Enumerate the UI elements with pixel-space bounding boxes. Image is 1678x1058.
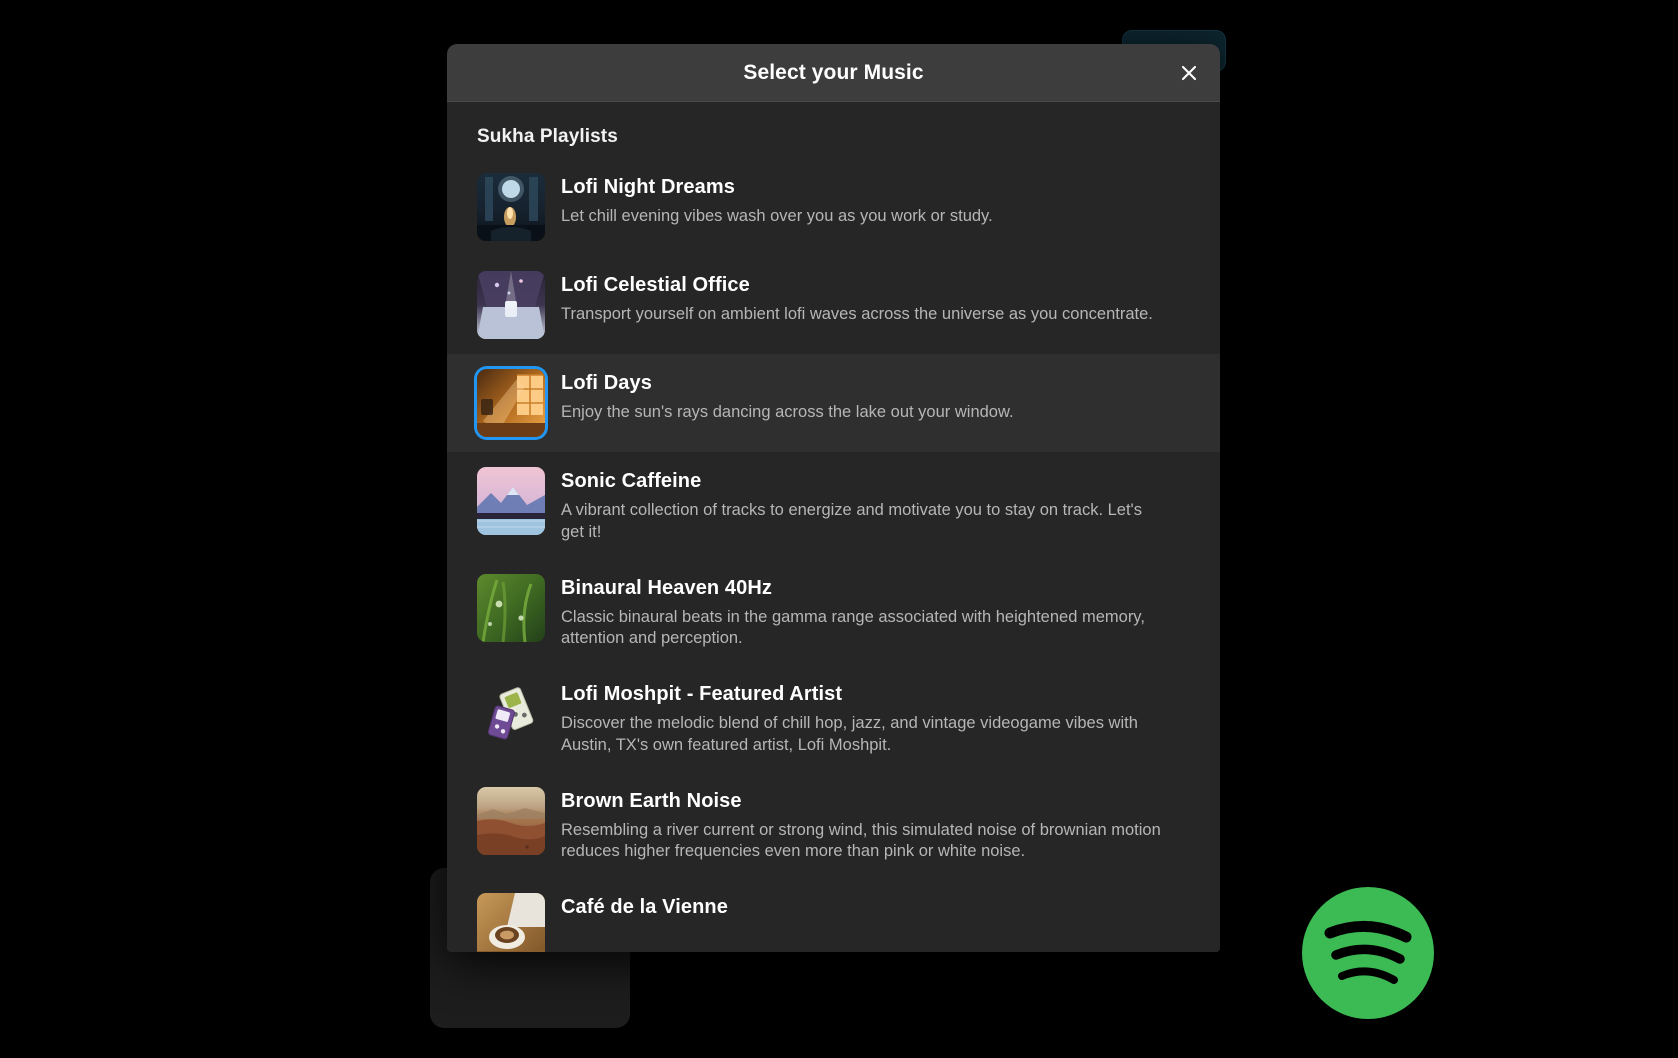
playlist-thumbnail-moonlit-window-candle	[477, 173, 545, 241]
playlist-thumbnail-green-dewy-grass	[477, 573, 545, 642]
playlist-text: Lofi Days Enjoy the sun's rays dancing a…	[561, 369, 1190, 424]
playlist-description: Classic binaural beats in the gamma rang…	[561, 607, 1145, 648]
playlist-thumbnail-handheld-consoles	[477, 680, 545, 749]
playlist-title: Lofi Night Dreams	[561, 176, 735, 198]
section-title-sukha-playlists: Sukha Playlists	[477, 126, 618, 147]
playlist-text: Lofi Moshpit - Featured Artist Discover …	[561, 680, 1190, 757]
playlist-thumbnail-coffee-cup-table	[477, 893, 545, 952]
list-item[interactable]: Brown Earth Noise Resembling a river cur…	[447, 772, 1220, 879]
playlist-thumbnail-sunlit-room	[477, 369, 545, 437]
screen-root: Select your Music Sukha Playlists Lofi N…	[0, 0, 1678, 1058]
playlist-title: Sonic Caffeine	[561, 470, 702, 492]
modal-body[interactable]: Sukha Playlists Lofi Night Dreams Let ch…	[447, 102, 1220, 952]
playlist-description: Discover the melodic blend of chill hop,…	[561, 714, 1138, 754]
playlist-title: Lofi Celestial Office	[561, 274, 750, 296]
spotify-icon[interactable]	[1300, 885, 1436, 1021]
playlist-thumbnail-pink-mountain-lake	[477, 467, 545, 535]
playlist-text: Sonic Caffeine A vibrant collection of t…	[561, 467, 1190, 544]
playlist-text: Binaural Heaven 40Hz Classic binaural be…	[561, 574, 1190, 651]
playlist-list: Lofi Night Dreams Let chill evening vibe…	[447, 158, 1220, 952]
playlist-description: Resembling a river current or strong win…	[561, 820, 1161, 861]
playlist-title: Lofi Days	[561, 372, 652, 394]
playlist-text: Café de la Vienne	[561, 893, 1190, 926]
playlist-title: Binaural Heaven 40Hz	[561, 576, 772, 599]
list-item[interactable]: Binaural Heaven 40Hz Classic binaural be…	[447, 559, 1220, 666]
list-item[interactable]: Sonic Caffeine A vibrant collection of t…	[447, 452, 1220, 559]
playlist-title: Brown Earth Noise	[561, 789, 742, 812]
modal-title: Select your Music	[743, 60, 924, 84]
playlist-description: Transport yourself on ambient lofi waves…	[561, 305, 1153, 323]
list-item-selected[interactable]: Lofi Days Enjoy the sun's rays dancing a…	[447, 354, 1220, 452]
list-item[interactable]: Lofi Night Dreams Let chill evening vibe…	[447, 158, 1220, 256]
playlist-thumbnail-brown-desert-landscape	[477, 786, 545, 855]
list-item[interactable]: Lofi Moshpit - Featured Artist Discover …	[447, 665, 1220, 772]
playlist-title: Lofi Moshpit - Featured Artist	[561, 683, 843, 706]
playlist-text: Lofi Celestial Office Transport yourself…	[561, 271, 1190, 326]
list-item[interactable]: Café de la Vienne	[447, 878, 1220, 952]
close-icon[interactable]	[1174, 58, 1204, 88]
playlist-description: Enjoy the sun's rays dancing across the …	[561, 403, 1014, 421]
playlist-text: Lofi Night Dreams Let chill evening vibe…	[561, 173, 1190, 228]
select-music-modal: Select your Music Sukha Playlists Lofi N…	[447, 44, 1220, 952]
playlist-thumbnail-celestial-office	[477, 271, 545, 339]
playlist-description: A vibrant collection of tracks to energi…	[561, 501, 1142, 541]
playlist-text: Brown Earth Noise Resembling a river cur…	[561, 787, 1190, 864]
playlist-description: Let chill evening vibes wash over you as…	[561, 207, 993, 225]
modal-header: Select your Music	[447, 44, 1220, 102]
list-item[interactable]: Lofi Celestial Office Transport yourself…	[447, 256, 1220, 354]
playlist-title: Café de la Vienne	[561, 896, 728, 919]
